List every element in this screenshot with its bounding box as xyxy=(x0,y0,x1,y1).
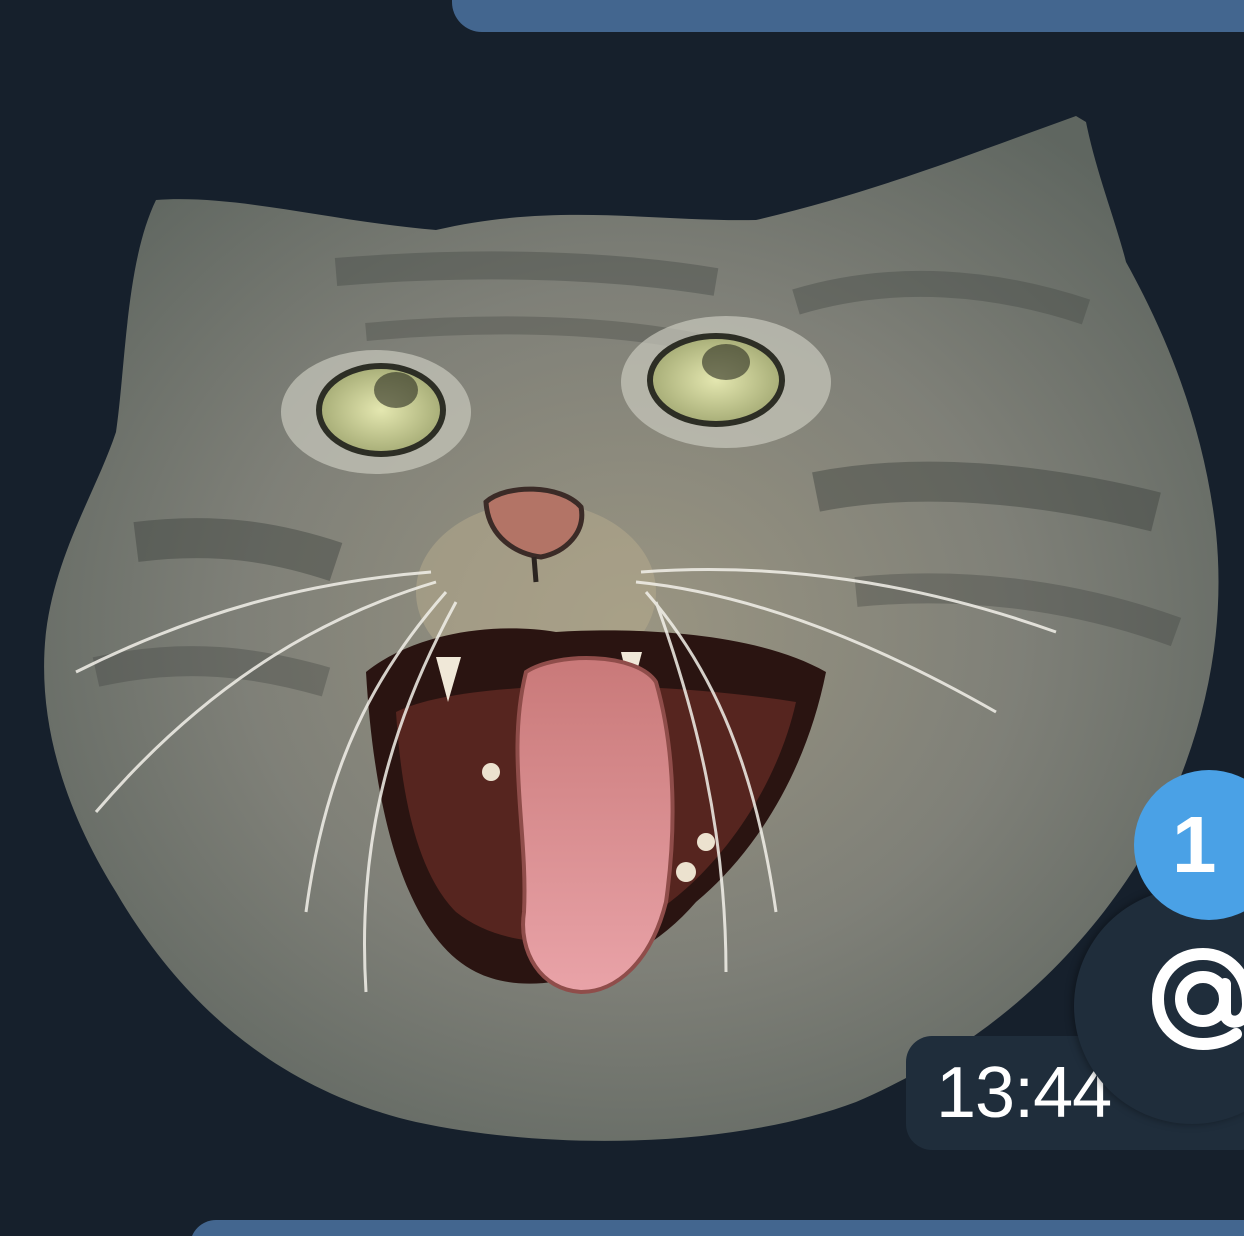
message-time: 13:44 xyxy=(936,1053,1112,1133)
cat-face-sticker xyxy=(44,116,1219,1141)
outgoing-message-bubble[interactable] xyxy=(452,0,1244,32)
chat-screen: 13:44 1 xyxy=(0,0,1244,1236)
outgoing-message-bubble-next[interactable] xyxy=(190,1220,1244,1236)
tongue xyxy=(515,656,675,995)
at-sign-icon xyxy=(1151,947,1244,1051)
unread-count: 1 xyxy=(1172,800,1217,889)
sticker-message[interactable] xyxy=(36,112,1226,1152)
